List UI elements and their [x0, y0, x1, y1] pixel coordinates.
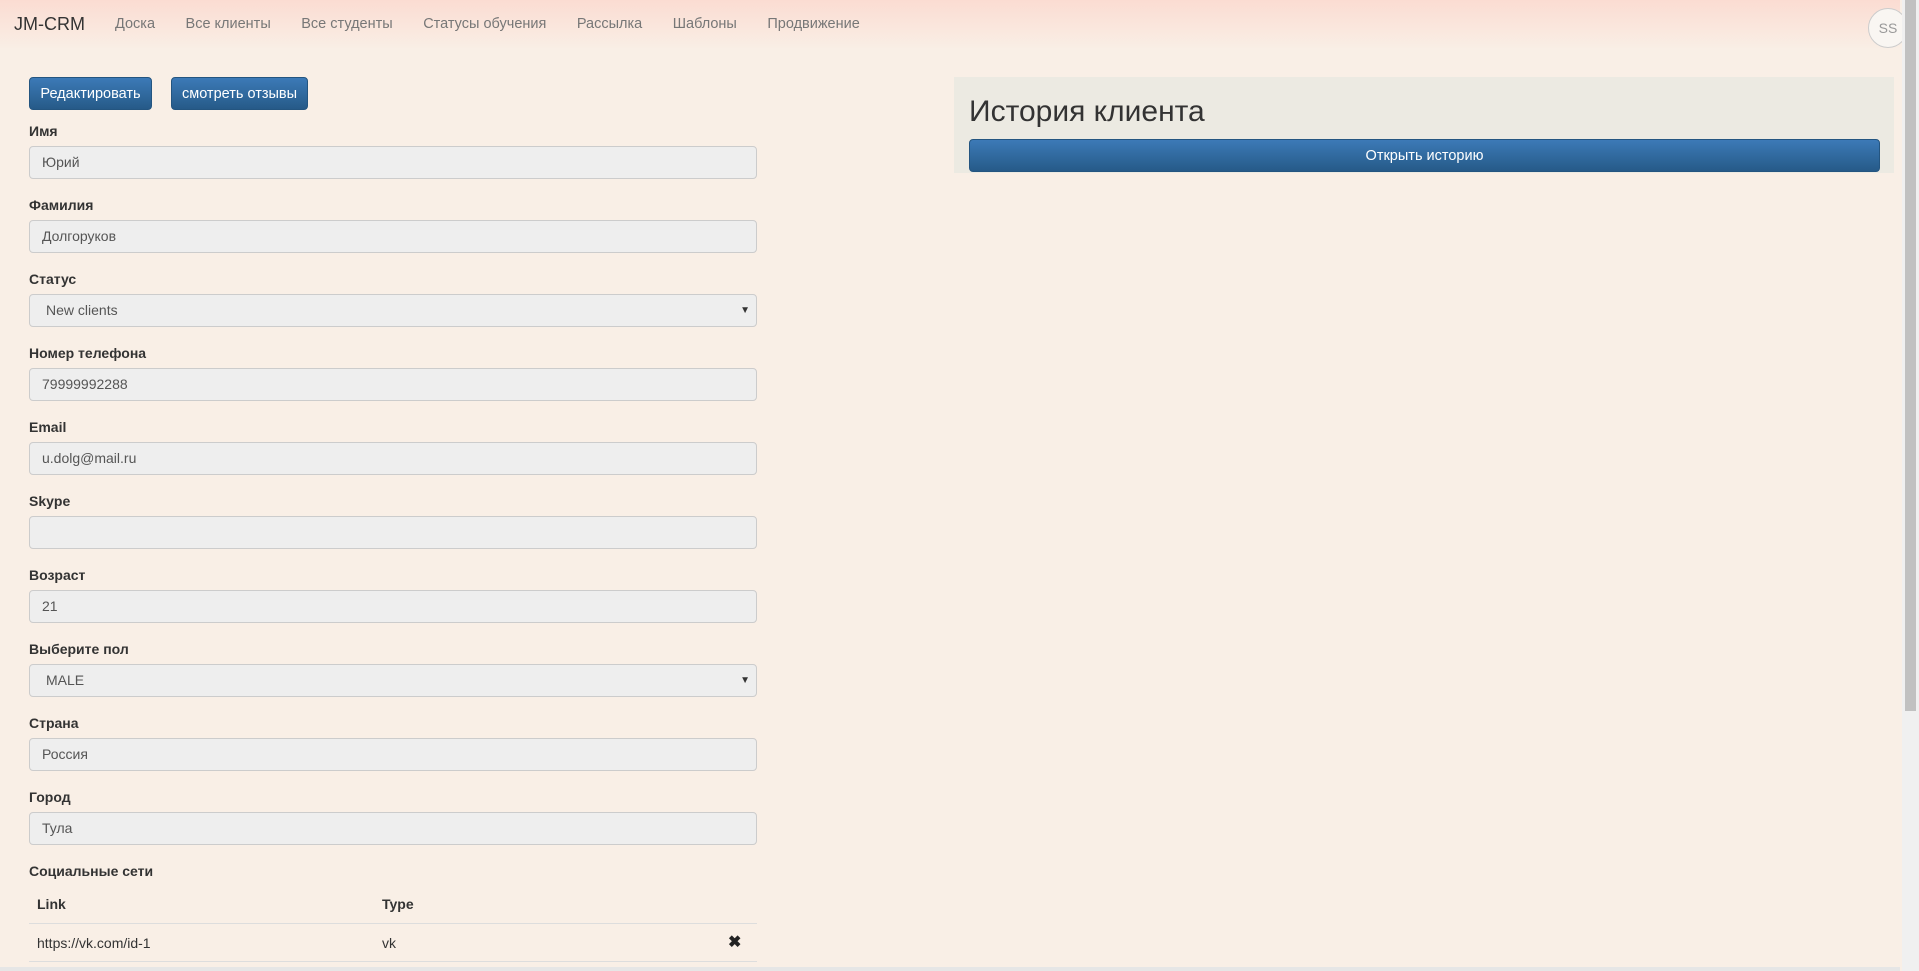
nav-item-promotion[interactable]: Продвижение — [767, 16, 859, 32]
open-history-button[interactable]: Открыть историю — [969, 139, 1880, 172]
age-label: Возраст — [29, 567, 86, 583]
city-input[interactable]: Тула — [29, 812, 757, 845]
nav-item-board[interactable]: Доска — [115, 16, 155, 32]
last-name-input[interactable]: Долгоруков — [29, 220, 757, 253]
nav-menu: Доска Все клиенты Все студенты Статусы о… — [115, 16, 890, 32]
top-navbar: JM-CRM Доска Все клиенты Все студенты Ст… — [0, 0, 1908, 48]
nav-item-mailing[interactable]: Рассылка — [577, 16, 642, 32]
status-select-value: New clients — [46, 302, 118, 318]
column-type: Type — [382, 896, 414, 912]
first-name-input[interactable]: Юрий — [29, 146, 757, 179]
email-input[interactable]: u.dolg@mail.ru — [29, 442, 757, 475]
phone-label: Номер телефона — [29, 345, 147, 361]
view-reviews-button[interactable]: смотреть отзывы — [171, 77, 308, 110]
history-title: История клиента — [969, 95, 1205, 128]
nav-item-templates[interactable]: Шаблоны — [673, 16, 737, 32]
client-history-panel: История клиента Открыть историю — [954, 77, 1894, 173]
social-networks-label: Социальные сети — [29, 863, 154, 879]
first-name-label: Имя — [29, 123, 58, 139]
status-select[interactable]: New clients ▼ — [29, 294, 757, 327]
scrollbar-thumb[interactable] — [1905, 0, 1916, 711]
country-input[interactable]: Россия — [29, 738, 757, 771]
chevron-down-icon: ▼ — [740, 675, 750, 686]
last-name-label: Фамилия — [29, 197, 94, 213]
phone-input[interactable]: 79999992288 — [29, 368, 757, 401]
nav-item-all-clients[interactable]: Все клиенты — [186, 16, 271, 32]
country-label: Страна — [29, 715, 79, 731]
city-label: Город — [29, 789, 71, 805]
social-link[interactable]: https://vk.com/id-1 — [37, 935, 151, 951]
edit-button[interactable]: Редактировать — [29, 77, 152, 110]
close-icon[interactable]: ✖ — [728, 932, 741, 952]
chevron-down-icon: ▼ — [740, 305, 750, 316]
gender-label: Выберите пол — [29, 641, 129, 657]
email-label: Email — [29, 419, 67, 435]
status-label: Статус — [29, 271, 77, 287]
gender-select[interactable]: MALE ▼ — [29, 664, 757, 697]
column-link: Link — [37, 896, 66, 912]
table-row: https://vk.com/id-1 vk ✖ — [29, 924, 757, 962]
social-table-header: Link Type — [29, 896, 757, 924]
social-type: vk — [382, 935, 396, 951]
skype-input[interactable] — [29, 516, 757, 549]
age-input[interactable]: 21 — [29, 590, 757, 623]
nav-item-study-statuses[interactable]: Статусы обучения — [423, 16, 546, 32]
bottom-strip — [0, 967, 1900, 971]
skype-label: Skype — [29, 493, 71, 509]
nav-item-all-students[interactable]: Все студенты — [301, 16, 392, 32]
brand-logo[interactable]: JM-CRM — [14, 14, 85, 35]
gender-select-value: MALE — [46, 672, 85, 688]
